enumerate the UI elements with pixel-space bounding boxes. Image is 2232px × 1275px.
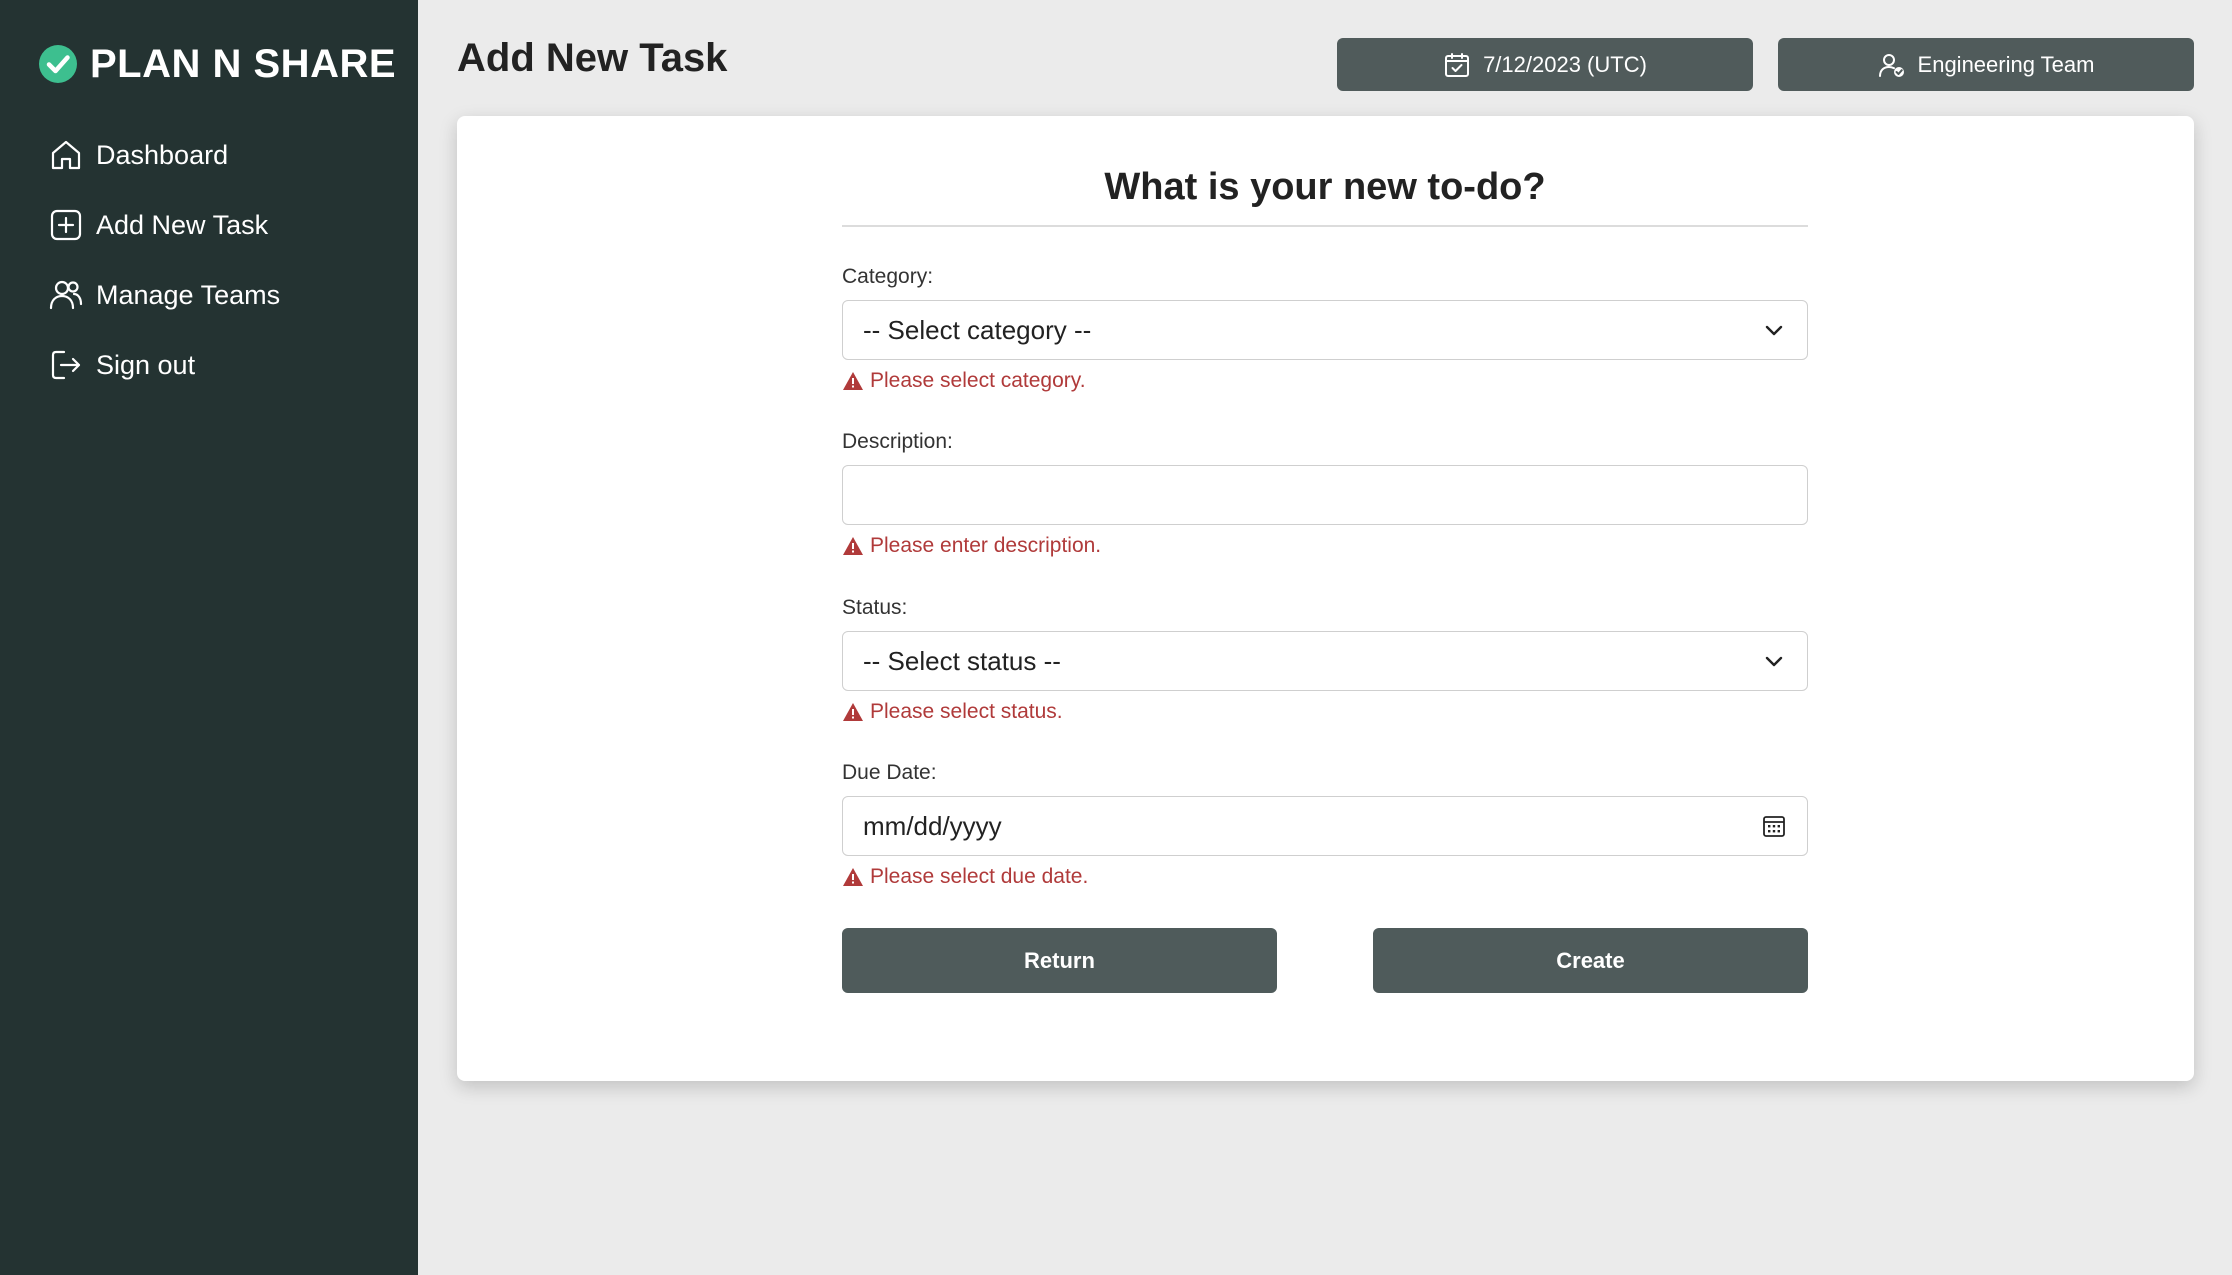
sidebar-nav: Dashboard Add New Task Manage Teams Sign… bbox=[48, 120, 280, 400]
chevron-down-icon bbox=[1765, 656, 1783, 667]
warning-icon bbox=[843, 537, 863, 555]
sidebar-item-add-new-task[interactable]: Add New Task bbox=[48, 190, 280, 260]
category-error: Please select category. bbox=[842, 369, 1086, 393]
return-button[interactable]: Return bbox=[842, 928, 1277, 993]
plus-square-icon bbox=[50, 209, 82, 241]
due-date-error: Please select due date. bbox=[842, 865, 1088, 889]
description-error-text: Please enter description. bbox=[870, 534, 1102, 557]
sidebar-item-sign-out[interactable]: Sign out bbox=[48, 330, 280, 400]
page-title: Add New Task bbox=[457, 36, 728, 80]
calendar-check-icon bbox=[1445, 52, 1470, 77]
warning-icon bbox=[843, 372, 863, 390]
calendar-icon[interactable] bbox=[1761, 813, 1787, 839]
category-select[interactable]: -- Select category -- bbox=[842, 300, 1808, 360]
user-check-icon bbox=[1878, 53, 1904, 77]
description-label: Description: bbox=[842, 430, 953, 453]
sign-out-icon bbox=[51, 350, 81, 380]
form-title: What is your new to-do? bbox=[1104, 166, 1546, 208]
app-root: PLAN N SHARE Dashboard Add New Task Mana… bbox=[0, 0, 2232, 1275]
status-error: Please select status. bbox=[842, 700, 1063, 724]
sidebar-item-manage-teams[interactable]: Manage Teams bbox=[48, 260, 280, 330]
brand-name: PLAN N SHARE bbox=[90, 41, 397, 86]
task-form-card: What is your new to-do? Category: -- Sel… bbox=[457, 116, 2194, 1081]
date-button[interactable]: 7/12/2023 (UTC) bbox=[1337, 38, 1753, 91]
category-select-value: -- Select category -- bbox=[863, 314, 1092, 345]
team-button[interactable]: Engineering Team bbox=[1778, 38, 2194, 91]
users-icon bbox=[49, 280, 83, 310]
sidebar-item-label: Sign out bbox=[96, 349, 196, 380]
due-date-input[interactable]: mm/dd/yyyy bbox=[842, 796, 1808, 856]
status-error-text: Please select status. bbox=[870, 700, 1063, 723]
form-divider bbox=[842, 225, 1808, 227]
home-icon bbox=[51, 140, 81, 170]
sidebar-item-label: Add New Task bbox=[96, 209, 269, 240]
due-date-placeholder: mm/dd/yyyy bbox=[863, 810, 1002, 841]
status-select[interactable]: -- Select status -- bbox=[842, 631, 1808, 691]
warning-icon bbox=[843, 868, 863, 886]
brand-logo[interactable]: PLAN N SHARE bbox=[38, 42, 396, 86]
check-circle-icon bbox=[39, 45, 77, 83]
due-date-error-text: Please select due date. bbox=[870, 865, 1089, 888]
description-error: Please enter description. bbox=[842, 534, 1101, 558]
warning-icon bbox=[843, 703, 863, 721]
chevron-down-icon bbox=[1765, 325, 1783, 336]
category-label: Category: bbox=[842, 265, 934, 288]
sidebar-item-label: Dashboard bbox=[96, 139, 229, 170]
status-label: Status: bbox=[842, 596, 908, 619]
description-input[interactable] bbox=[842, 465, 1808, 525]
create-button[interactable]: Create bbox=[1373, 928, 1808, 993]
due-date-label: Due Date: bbox=[842, 761, 937, 784]
date-label: 7/12/2023 (UTC) bbox=[1483, 51, 1647, 77]
sidebar-item-dashboard[interactable]: Dashboard bbox=[48, 120, 280, 190]
status-select-value: -- Select status -- bbox=[863, 645, 1061, 676]
category-error-text: Please select category. bbox=[870, 369, 1086, 392]
team-label: Engineering Team bbox=[1917, 51, 2095, 77]
sidebar-item-label: Manage Teams bbox=[96, 279, 281, 310]
sidebar: PLAN N SHARE Dashboard Add New Task Mana… bbox=[0, 0, 418, 1275]
